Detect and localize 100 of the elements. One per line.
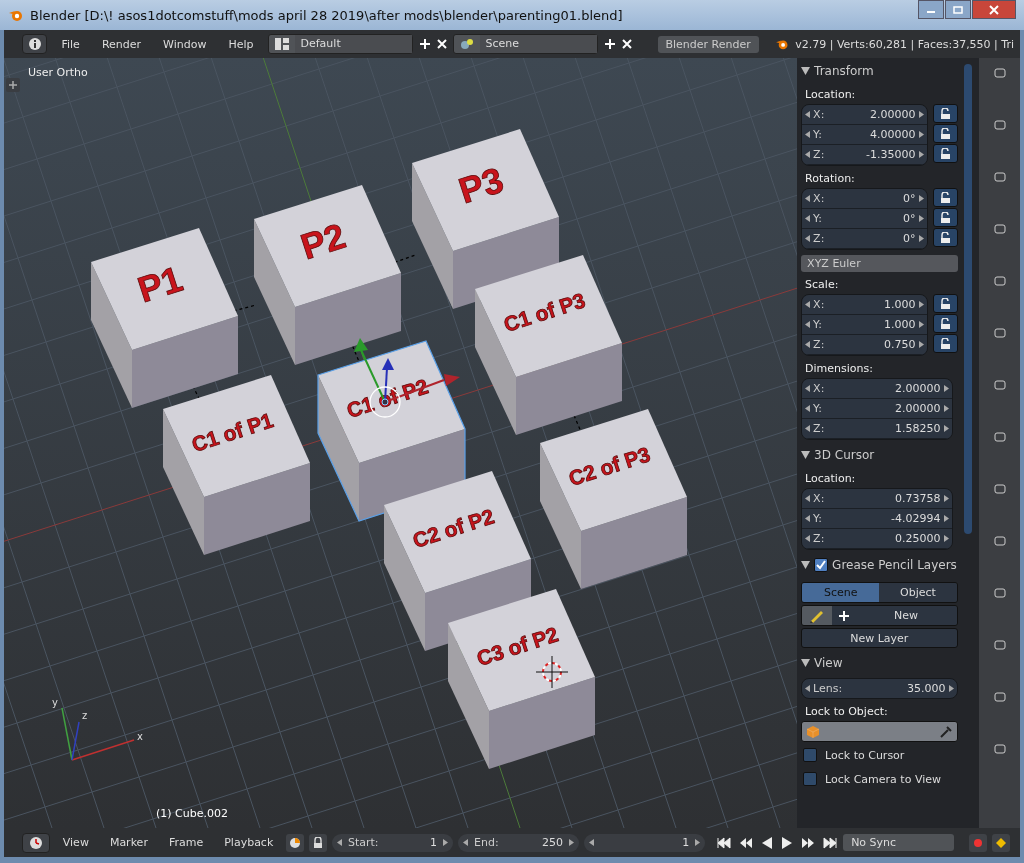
decrement-arrow-icon[interactable]	[589, 839, 595, 846]
menu-item[interactable]: Render	[93, 37, 150, 51]
increment-arrow-icon[interactable]	[918, 131, 924, 138]
play-reverse-icon[interactable]	[760, 835, 775, 850]
number-field[interactable]: Z: -1.35000	[802, 145, 927, 165]
menu-item[interactable]: Window	[155, 37, 215, 51]
lock-button[interactable]	[932, 104, 958, 123]
lock-button[interactable]	[932, 228, 958, 247]
close-icon[interactable]	[621, 39, 632, 49]
increment-arrow-icon[interactable]	[918, 341, 924, 348]
start-frame-field[interactable]: Start: 1	[332, 833, 454, 852]
increment-arrow-icon[interactable]	[918, 321, 924, 328]
collapse-icon[interactable]	[801, 659, 811, 667]
scene-field[interactable]: Scene	[452, 34, 598, 54]
collapse-icon[interactable]	[801, 451, 811, 459]
pencil-button[interactable]	[802, 606, 833, 625]
collapse-icon[interactable]	[801, 561, 811, 569]
number-field[interactable]: X: 2.00000	[802, 379, 952, 399]
toolbar-icon[interactable]	[992, 170, 1007, 184]
number-field[interactable]: Z: 0.25000	[802, 529, 952, 549]
new-layer-button[interactable]: New Layer	[801, 628, 958, 648]
increment-arrow-icon[interactable]	[943, 385, 949, 392]
checkbox[interactable]	[814, 558, 829, 572]
increment-arrow-icon[interactable]	[569, 839, 575, 846]
layout-field[interactable]: Default	[267, 34, 413, 54]
minimize-button[interactable]	[918, 0, 944, 19]
previous-keyframe-icon[interactable]	[738, 836, 755, 849]
toolbar-icon[interactable]	[992, 534, 1007, 548]
toolbar-icon[interactable]	[992, 66, 1007, 80]
lock-button[interactable]	[932, 124, 958, 143]
decrement-arrow-icon[interactable]	[805, 385, 811, 392]
decrement-arrow-icon[interactable]	[805, 495, 811, 502]
number-field[interactable]: Y: 2.00000	[802, 399, 952, 419]
scrollbar[interactable]	[963, 64, 972, 534]
increment-arrow-icon[interactable]	[918, 215, 924, 222]
sync-dropdown[interactable]: No Sync	[843, 834, 955, 851]
number-field[interactable]: Y: 1.000	[802, 315, 927, 335]
cube[interactable]	[475, 255, 622, 435]
cube[interactable]	[91, 228, 238, 408]
collapse-icon[interactable]	[801, 67, 811, 75]
eyedropper-icon[interactable]	[938, 724, 953, 739]
keyframe-button[interactable]	[992, 833, 1010, 852]
lock-button[interactable]	[932, 334, 958, 353]
lock-button[interactable]	[309, 833, 327, 852]
increment-arrow-icon[interactable]	[943, 495, 949, 502]
toolbar-icon[interactable]	[992, 274, 1007, 288]
menu-item[interactable]: File	[53, 37, 88, 51]
panel-title[interactable]: Grease Pencil Layers	[832, 558, 957, 572]
panel-title[interactable]: View	[814, 656, 843, 670]
toolbar-icon[interactable]	[992, 482, 1007, 496]
increment-arrow-icon[interactable]	[943, 405, 949, 412]
increment-arrow-icon[interactable]	[918, 235, 924, 242]
lock-button[interactable]	[932, 314, 958, 333]
checkbox[interactable]	[803, 748, 818, 762]
decrement-arrow-icon[interactable]	[805, 151, 811, 158]
render-engine-dropdown[interactable]: Blender Render	[657, 35, 759, 53]
decrement-arrow-icon[interactable]	[805, 235, 811, 242]
panel-title[interactable]: Transform	[814, 64, 874, 78]
decrement-arrow-icon[interactable]	[805, 425, 811, 432]
decrement-arrow-icon[interactable]	[805, 131, 811, 138]
add-icon[interactable]	[418, 38, 431, 50]
menu-item[interactable]: Playback	[216, 836, 282, 849]
panel-title[interactable]: 3D Cursor	[814, 448, 875, 462]
cube[interactable]	[448, 589, 595, 769]
preview-range-button[interactable]	[286, 833, 305, 852]
decrement-arrow-icon[interactable]	[805, 301, 811, 308]
expand-icon[interactable]	[6, 78, 20, 92]
number-field[interactable]: X: 1.000	[802, 295, 927, 315]
end-frame-field[interactable]: End: 250	[458, 833, 580, 852]
cube[interactable]	[163, 375, 310, 555]
increment-arrow-icon[interactable]	[918, 111, 924, 118]
lock-button[interactable]	[932, 188, 958, 207]
increment-arrow-icon[interactable]	[943, 515, 949, 522]
number-field[interactable]: X: 2.00000	[802, 105, 927, 125]
add-icon[interactable]	[603, 38, 616, 50]
info-editor-button[interactable]	[22, 34, 48, 54]
menu-item[interactable]: View	[54, 836, 97, 849]
decrement-arrow-icon[interactable]	[463, 839, 469, 846]
checkbox-label[interactable]: Lock to Cursor	[825, 748, 905, 762]
decrement-arrow-icon[interactable]	[337, 839, 342, 846]
toolbar-icon[interactable]	[992, 430, 1007, 444]
number-field[interactable]: X: 0.73758	[802, 489, 952, 509]
number-field[interactable]: Y: -4.02994	[802, 509, 952, 529]
increment-arrow-icon[interactable]	[918, 195, 924, 202]
lens-field[interactable]: Lens: 35.000	[801, 678, 958, 699]
tab[interactable]: Object	[879, 583, 957, 602]
toolbar-icon[interactable]	[992, 638, 1007, 652]
toolbar-icon[interactable]	[992, 378, 1007, 392]
increment-arrow-icon[interactable]	[943, 535, 949, 542]
current-frame-field[interactable]: 1	[584, 833, 706, 852]
decrement-arrow-icon[interactable]	[805, 341, 811, 348]
record-button[interactable]	[969, 833, 988, 852]
decrement-arrow-icon[interactable]	[805, 535, 811, 542]
menu-item[interactable]: Help	[220, 37, 262, 51]
number-field[interactable]: Y: 4.00000	[802, 125, 927, 145]
decrement-arrow-icon[interactable]	[805, 685, 811, 692]
jump-start-icon[interactable]	[716, 836, 733, 849]
rotation-mode-dropdown[interactable]: XYZ Euler	[801, 255, 958, 272]
maximize-button[interactable]	[945, 0, 971, 19]
cube[interactable]	[254, 185, 401, 365]
